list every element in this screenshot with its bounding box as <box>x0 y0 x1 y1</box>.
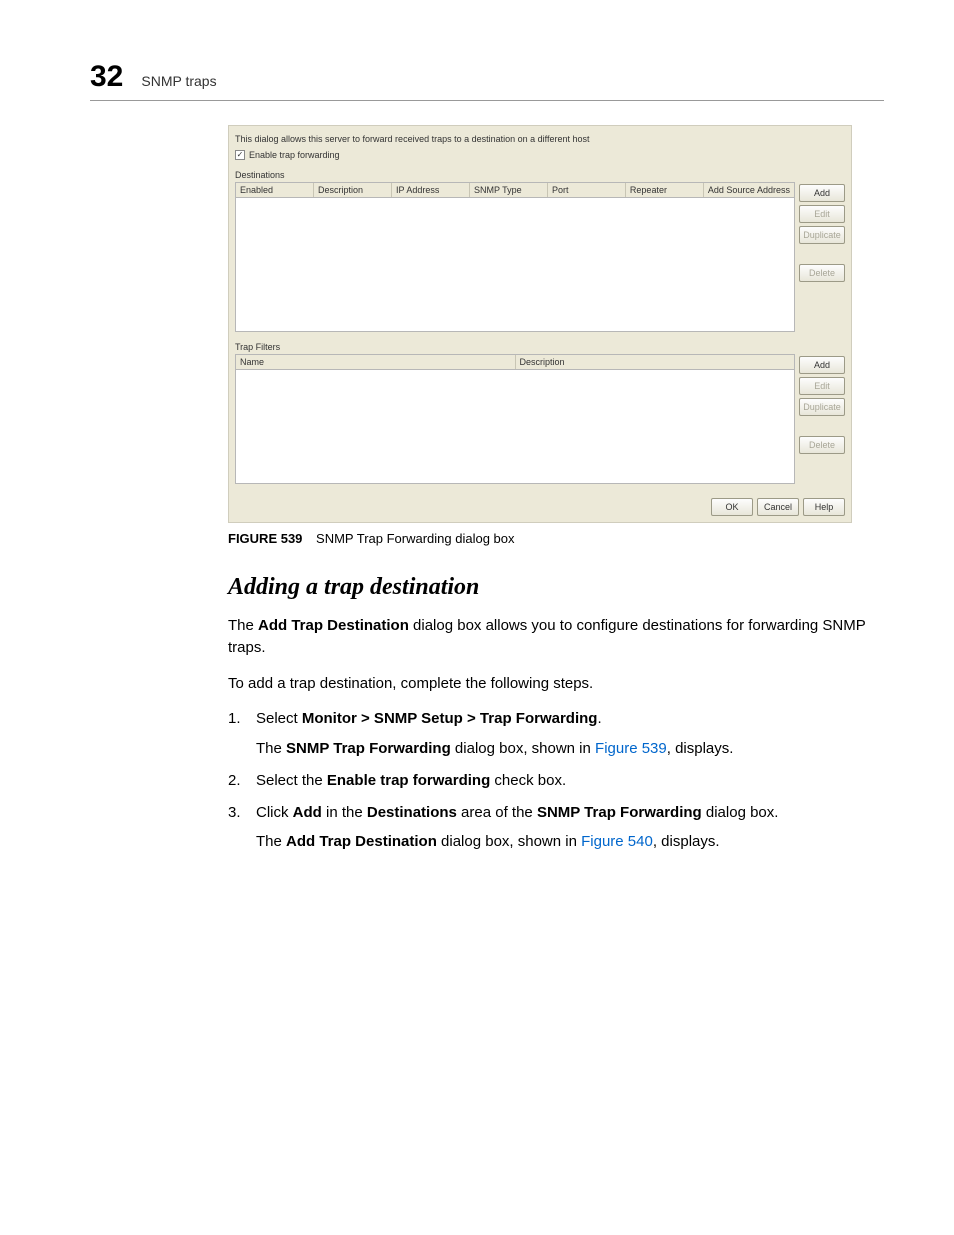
trap-filters-duplicate-button[interactable]: Duplicate <box>799 398 845 416</box>
dialog-intro-text: This dialog allows this server to forwar… <box>235 134 845 144</box>
ok-button[interactable]: OK <box>711 498 753 516</box>
running-head: SNMP traps <box>141 73 216 89</box>
figure-caption-text: SNMP Trap Forwarding dialog box <box>316 531 514 546</box>
trap-filters-section-label: Trap Filters <box>235 342 845 352</box>
dialog-footer: OK Cancel Help <box>235 494 845 516</box>
lead-in: To add a trap destination, complete the … <box>228 673 884 695</box>
step-3: Click Add in the Destinations area of th… <box>228 802 884 854</box>
destinations-table[interactable]: Enabled Description IP Address SNMP Type… <box>235 182 795 332</box>
trap-filters-edit-button[interactable]: Edit <box>799 377 845 395</box>
destinations-section-label: Destinations <box>235 170 845 180</box>
trap-filters-table[interactable]: Name Description <box>235 354 795 484</box>
trap-filters-add-button[interactable]: Add <box>799 356 845 374</box>
step-1: Select Monitor > SNMP Setup > Trap Forwa… <box>228 708 884 760</box>
enable-trap-forwarding-checkbox[interactable]: ✓ <box>235 150 245 160</box>
cancel-button[interactable]: Cancel <box>757 498 799 516</box>
enable-trap-forwarding-label: Enable trap forwarding <box>249 150 340 160</box>
trap-filters-delete-button[interactable]: Delete <box>799 436 845 454</box>
procedure-steps: Select Monitor > SNMP Setup > Trap Forwa… <box>228 708 884 853</box>
figure-ref-539[interactable]: Figure 539 <box>595 740 667 757</box>
section-heading: Adding a trap destination <box>228 574 884 601</box>
help-button[interactable]: Help <box>803 498 845 516</box>
col-add-source-address: Add Source Address <box>704 183 794 197</box>
figure-caption: FIGURE 539 SNMP Trap Forwarding dialog b… <box>228 531 884 546</box>
col-repeater: Repeater <box>626 183 704 197</box>
snmp-trap-forwarding-dialog: This dialog allows this server to forwar… <box>228 125 852 523</box>
step-2: Select the Enable trap forwarding check … <box>228 770 884 792</box>
intro-paragraph: The Add Trap Destination dialog box allo… <box>228 615 884 659</box>
destinations-delete-button[interactable]: Delete <box>799 264 845 282</box>
destinations-edit-button[interactable]: Edit <box>799 205 845 223</box>
col-snmp-type: SNMP Type <box>470 183 548 197</box>
trap-filters-area: Name Description Add Edit Duplicate Dele… <box>235 354 845 484</box>
destinations-area: Enabled Description IP Address SNMP Type… <box>235 182 845 332</box>
col-enabled: Enabled <box>236 183 314 197</box>
figure-ref-540[interactable]: Figure 540 <box>581 833 653 850</box>
trap-filters-button-column: Add Edit Duplicate Delete <box>799 354 845 484</box>
figure-number: FIGURE 539 <box>228 531 302 546</box>
destinations-duplicate-button[interactable]: Duplicate <box>799 226 845 244</box>
page-header: 32 SNMP traps <box>90 60 884 101</box>
destinations-add-button[interactable]: Add <box>799 184 845 202</box>
col-filter-description: Description <box>516 355 795 369</box>
enable-trap-forwarding-row: ✓ Enable trap forwarding <box>235 150 845 160</box>
col-port: Port <box>548 183 626 197</box>
col-name: Name <box>236 355 516 369</box>
col-ip-address: IP Address <box>392 183 470 197</box>
chapter-number: 32 <box>90 60 123 94</box>
col-description: Description <box>314 183 392 197</box>
destinations-button-column: Add Edit Duplicate Delete <box>799 182 845 332</box>
